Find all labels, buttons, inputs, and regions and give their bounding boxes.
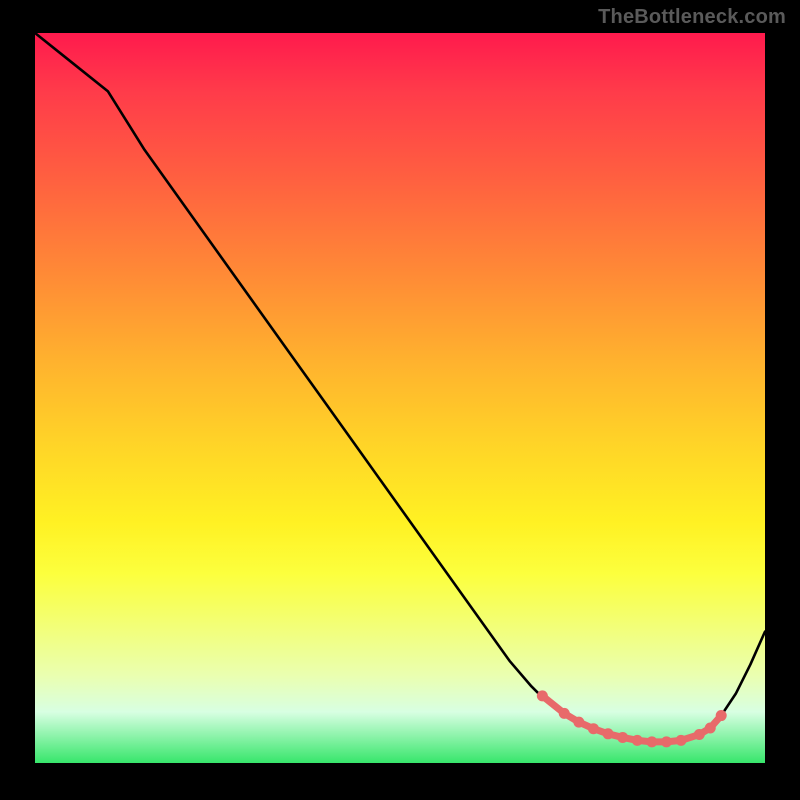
marker-dot — [646, 736, 657, 747]
curve-layer — [35, 33, 765, 763]
marker-dot — [559, 708, 570, 719]
marker-group — [537, 690, 727, 747]
watermark-text: TheBottleneck.com — [598, 6, 786, 29]
main-curve — [35, 33, 765, 743]
marker-dot — [676, 735, 687, 746]
marker-dot — [694, 729, 705, 740]
marker-dot — [588, 723, 599, 734]
marker-dot — [705, 722, 716, 733]
marker-dot — [632, 735, 643, 746]
marker-dot — [573, 717, 584, 728]
marker-dot — [603, 728, 614, 739]
chart-frame: TheBottleneck.com — [0, 0, 800, 800]
marker-dot — [617, 732, 628, 743]
plot-area — [35, 33, 765, 763]
marker-dot — [716, 710, 727, 721]
marker-dot — [661, 736, 672, 747]
marker-dot — [537, 690, 548, 701]
